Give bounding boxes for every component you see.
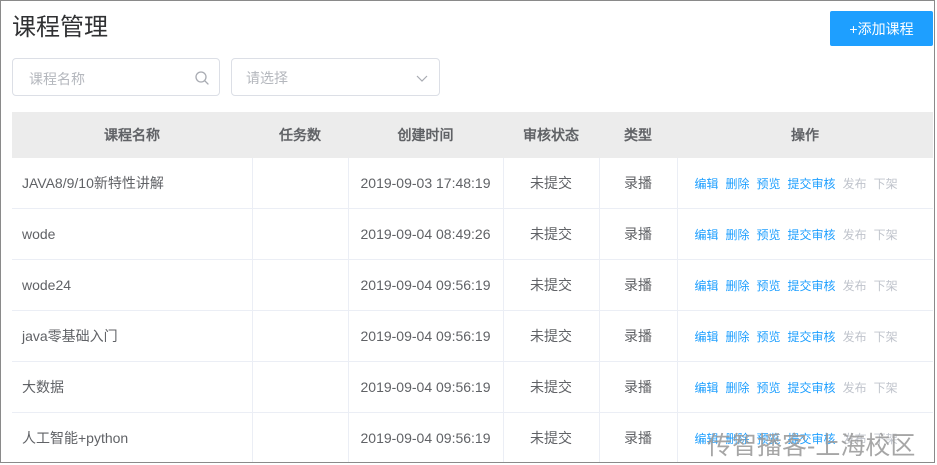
- watermark: 传智播客-上海校区: [707, 432, 916, 460]
- column-header-course-name[interactable]: 课程名称: [12, 112, 252, 158]
- status-cell: 未提交: [503, 208, 600, 260]
- edit-link[interactable]: 编辑: [695, 226, 719, 243]
- tasks-cell: [252, 412, 349, 462]
- table-row: java零基础入门 2019-09-04 09:56:19 未提交 录播 编辑 删除 预览提…: [12, 310, 933, 362]
- tasks-cell: [252, 158, 349, 209]
- table-row: JAVA8/9/10新特性讲解 2019-09-03 17:48:19 未提交 录播编…: [12, 158, 933, 209]
- tasks-cell: [252, 361, 349, 413]
- publish-link: 发布: [842, 227, 867, 242]
- actions-cell: 编辑 删除 预览 提交审核 发布 下架: [677, 208, 933, 260]
- course-name-cell: 人工智能+python: [12, 412, 253, 462]
- course-name-search-box[interactable]: [12, 58, 220, 96]
- course-name-cell: 大数据: [12, 361, 253, 413]
- offline-link: 下架: [873, 176, 898, 191]
- actions-cell: 编辑 删除 预览 提交审核 发布 下架: [677, 361, 933, 413]
- created-time-cell: 2019-09-04 08:49:26: [348, 208, 504, 260]
- course-name-cell: JAVA8/9/10新特性讲解: [12, 158, 253, 209]
- preview-link[interactable]: 预览: [757, 379, 781, 396]
- submit-review-link[interactable]: 提交审核: [788, 277, 836, 294]
- type-cell: 录播: [599, 412, 678, 462]
- preview-link[interactable]: 预览: [757, 328, 781, 345]
- publish-link: 发布: [842, 380, 867, 395]
- submit-review-link[interactable]: 提交审核: [788, 328, 836, 345]
- status-cell: 未提交: [503, 361, 600, 413]
- status-cell: 未提交: [503, 310, 600, 362]
- actions-cell: 编辑 删除 预览 提交审核 发布 下架: [677, 310, 933, 362]
- submit-review-link[interactable]: 提交审核: [788, 226, 836, 243]
- publish-link: 发布: [842, 278, 867, 293]
- status-cell: 未提交: [503, 259, 600, 311]
- type-cell: 录播: [599, 158, 678, 209]
- delete-link[interactable]: 删除: [726, 277, 750, 294]
- preview-link[interactable]: 预览: [757, 277, 781, 294]
- column-header-type[interactable]: 类型: [599, 112, 677, 158]
- submit-review-link[interactable]: 提交审核: [788, 175, 836, 192]
- edit-link[interactable]: 编辑: [695, 175, 719, 192]
- search-icon[interactable]: [194, 70, 210, 86]
- delete-link[interactable]: 删除: [726, 379, 750, 396]
- tasks-cell: [252, 259, 349, 311]
- offline-link: 下架: [873, 227, 898, 242]
- created-time-cell: 2019-09-04 09:56:19: [348, 361, 504, 413]
- type-cell: 录播: [599, 208, 678, 260]
- offline-link: 下架: [873, 278, 898, 293]
- table-row: wode24 2019-09-04 09:56:19 未提交 录播 编辑 删除 预览 提交审核…: [12, 259, 933, 311]
- created-time-cell: 2019-09-04 09:56:19: [348, 412, 504, 462]
- table-header-row: 课程名称 任务数 创建时间 审核状态 类型 操作: [12, 112, 933, 158]
- course-table: 课程名称 任务数 创建时间 审核状态 类型 操作 JAVA8/9/10新特性讲解…: [12, 112, 933, 462]
- type-select[interactable]: 请选择: [231, 58, 440, 96]
- offline-link: 下架: [873, 329, 898, 344]
- course-name-input[interactable]: [27, 68, 191, 90]
- course-name-cell: java零基础入门: [12, 310, 253, 362]
- type-cell: 录播: [599, 310, 678, 362]
- offline-link: 下架: [873, 380, 898, 395]
- submit-review-link[interactable]: 提交审核: [788, 379, 836, 396]
- preview-link[interactable]: 预览: [757, 226, 781, 243]
- course-name-cell: wode24: [12, 259, 253, 311]
- created-time-cell: 2019-09-04 09:56:19: [348, 310, 504, 362]
- table-row: wode 2019-09-04 08:49:26 未提交 录播 编辑 删除 预览 提交审核 发布…: [12, 208, 933, 260]
- chevron-down-icon[interactable]: [416, 73, 428, 83]
- preview-link[interactable]: 预览: [757, 175, 781, 192]
- column-header-status[interactable]: 审核状态: [503, 112, 599, 158]
- delete-link[interactable]: 删除: [726, 226, 750, 243]
- page-frame: 课程管理 +添加课程 请选择 课程名称 任务数 创建时间 审核状态 类型 操作: [0, 0, 935, 463]
- tasks-cell: [252, 310, 349, 362]
- delete-link[interactable]: 删除: [726, 175, 750, 192]
- publish-link: 发布: [842, 176, 867, 191]
- actions-cell: 编辑 删除 预览 提交审核 发布 下架: [677, 259, 933, 311]
- course-name-cell: wode: [12, 208, 253, 260]
- add-course-button[interactable]: +添加课程: [830, 11, 933, 46]
- created-time-cell: 2019-09-03 17:48:19: [348, 158, 504, 209]
- type-cell: 录播: [599, 361, 678, 413]
- edit-link[interactable]: 编辑: [695, 277, 719, 294]
- table-row: 大数据 2019-09-04 09:56:19 未提交 录播 编辑 删除 预览 提交审核 发布下…: [12, 361, 933, 413]
- created-time-cell: 2019-09-04 09:56:19: [348, 259, 504, 311]
- column-header-tasks[interactable]: 任务数: [252, 112, 348, 158]
- column-header-actions: 操作: [677, 112, 933, 158]
- publish-link: 发布: [842, 329, 867, 344]
- select-placeholder: 请选择: [246, 70, 288, 86]
- status-cell: 未提交: [503, 412, 600, 462]
- column-header-created[interactable]: 创建时间: [348, 112, 503, 158]
- tasks-cell: [252, 208, 349, 260]
- delete-link[interactable]: 删除: [726, 328, 750, 345]
- type-cell: 录播: [599, 259, 678, 311]
- status-cell: 未提交: [503, 158, 600, 209]
- actions-cell: 编辑 删除 预览 提交审核 发布 下架: [677, 158, 933, 209]
- page-title: 课程管理: [12, 14, 108, 41]
- edit-link[interactable]: 编辑: [695, 379, 719, 396]
- edit-link[interactable]: 编辑: [695, 328, 719, 345]
